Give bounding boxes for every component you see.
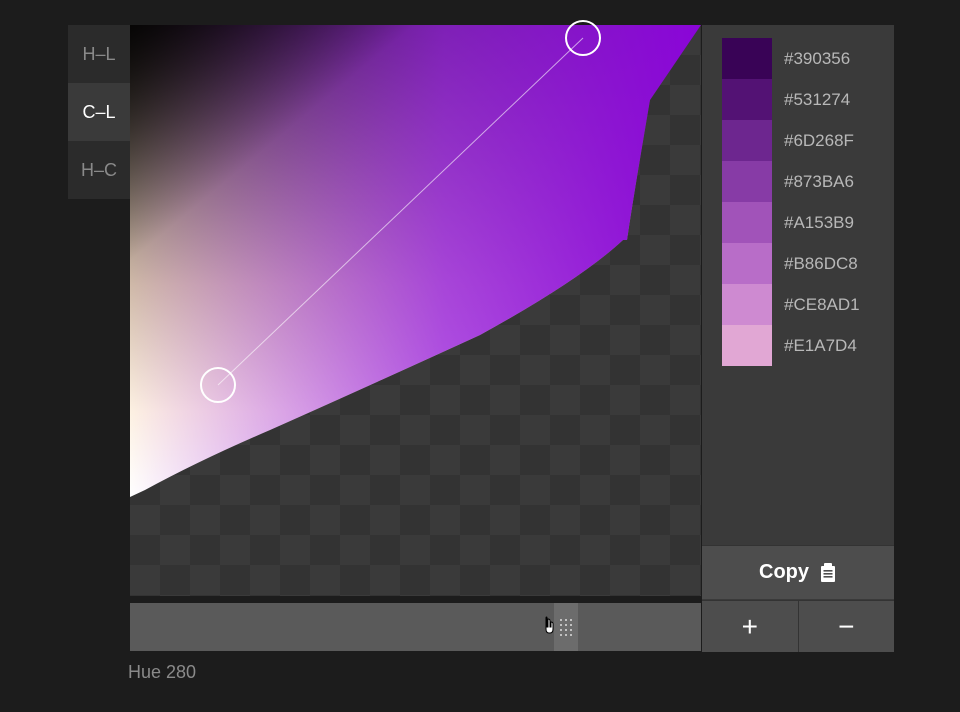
tab-h-c[interactable]: H–C	[68, 141, 130, 199]
mode-tabs: H–L C–L H–C	[68, 25, 130, 199]
swatch-7[interactable]	[722, 325, 772, 366]
palette-swatches	[722, 38, 772, 366]
copy-button[interactable]: Copy	[702, 545, 894, 599]
copy-button-label: Copy	[759, 561, 809, 584]
hex-label-7: #E1A7D4	[784, 325, 860, 366]
tab-h-l[interactable]: H–L	[68, 25, 130, 83]
swatch-0[interactable]	[722, 38, 772, 79]
grip-icon	[560, 619, 572, 635]
swatch-1[interactable]	[722, 79, 772, 120]
clipboard-icon	[819, 563, 837, 583]
hue-label: Hue 280	[128, 662, 196, 683]
swatch-5[interactable]	[722, 243, 772, 284]
hex-label-0: #390356	[784, 38, 860, 79]
hex-label-2: #6D268F	[784, 120, 860, 161]
swatch-4[interactable]	[722, 202, 772, 243]
gamut-shape	[130, 25, 701, 596]
hex-label-3: #873BA6	[784, 161, 860, 202]
hex-label-4: #A153B9	[784, 202, 860, 243]
color-canvas[interactable]	[130, 25, 701, 596]
hex-label-5: #B86DC8	[784, 243, 860, 284]
swatch-2[interactable]	[722, 120, 772, 161]
palette-labels: #390356 #531274 #6D268F #873BA6 #A153B9 …	[784, 38, 860, 366]
hue-slider[interactable]	[130, 603, 701, 651]
hex-label-1: #531274	[784, 79, 860, 120]
swatch-6[interactable]	[722, 284, 772, 325]
tab-c-l[interactable]: C–L	[68, 83, 130, 141]
add-step-button[interactable]: +	[702, 600, 799, 652]
hue-slider-handle[interactable]	[554, 603, 578, 651]
hex-label-6: #CE8AD1	[784, 284, 860, 325]
swatch-3[interactable]	[722, 161, 772, 202]
remove-step-button[interactable]: −	[799, 600, 895, 652]
step-buttons: + −	[702, 600, 894, 652]
